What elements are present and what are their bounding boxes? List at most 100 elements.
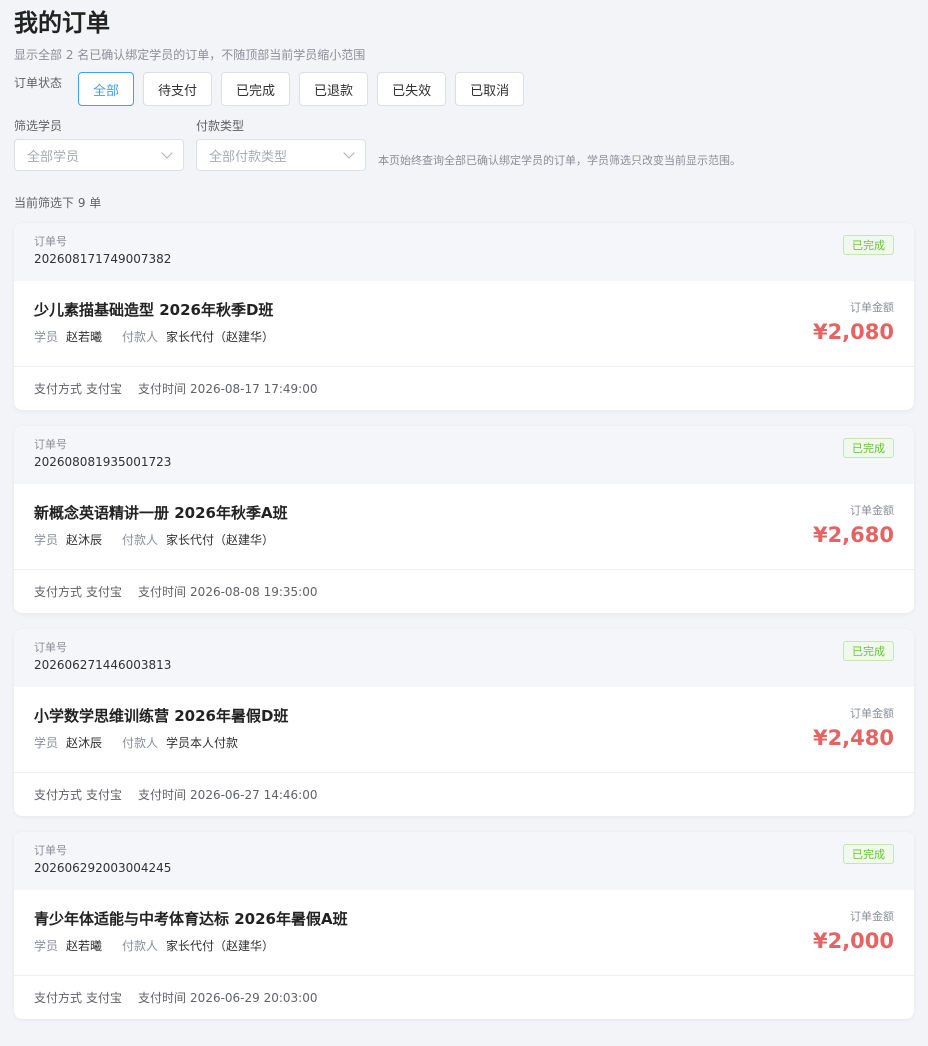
status-filter-buttons: 全部 待支付 已完成 已退款 已失效 已取消 (78, 72, 533, 106)
status-badge: 已完成 (843, 235, 894, 255)
order-no: 202606292003004245 (34, 861, 172, 875)
payer-label: 付款人 (122, 939, 159, 953)
order-no: 202608171749007382 (34, 252, 172, 266)
order-no-label: 订单号 (34, 235, 67, 248)
student-name: 赵沐辰 (66, 736, 103, 750)
order-amount: ¥2,080 (812, 320, 894, 344)
course-name: 青少年体适能与中考体育达标 2026年暑假A班 (34, 910, 348, 928)
pay-time: 2026-06-29 20:03:00 (190, 990, 318, 1005)
payment-select[interactable]: 全部付款类型 (196, 139, 366, 171)
filter-note: 本页始终查询全部已确认绑定学员的订单，学员筛选只改变当前显示范围。 (378, 154, 741, 167)
pay-method: 支付宝 (86, 585, 123, 599)
payer-name: 家长代付（赵建华） (166, 330, 275, 344)
page-subtitle: 显示全部 2 名已确认绑定学员的订单，不随顶部当前学员缩小范围 (14, 48, 366, 62)
pay-time: 2026-06-27 14:46:00 (190, 787, 318, 802)
status-badge: 已完成 (843, 844, 894, 864)
order-no: 202608081935001723 (34, 455, 172, 469)
pay-method-label: 支付方式 (34, 788, 83, 802)
order-no-label: 订单号 (34, 438, 67, 451)
status-btn-pending[interactable]: 待支付 (143, 72, 213, 106)
student-label: 学员 (34, 939, 59, 953)
pay-time-label: 支付时间 (138, 991, 187, 1005)
order-amount: ¥2,680 (812, 523, 894, 547)
order-header: 订单号 202608171749007382 已完成 (14, 223, 914, 281)
amount-label: 订单金额 (850, 707, 894, 720)
pay-method-label: 支付方式 (34, 585, 83, 599)
payer-name: 家长代付（赵建华） (166, 533, 275, 547)
order-header: 订单号 202608081935001723 已完成 (14, 426, 914, 484)
order-card[interactable]: 订单号 202608081935001723 已完成 新概念英语精讲一册 202… (14, 426, 914, 613)
order-footer: 支付方式 支付宝 支付时间 2026-06-27 14:46:00 (14, 773, 914, 816)
student-select[interactable]: 全部学员 (14, 139, 184, 171)
payer-label: 付款人 (122, 330, 159, 344)
student-label: 学员 (34, 330, 59, 344)
amount-block: 订单金额 ¥2,080 (813, 301, 894, 345)
order-body: 少儿素描基础造型 2026年秋季D班 学员 赵若曦 付款人 家长代付（赵建华） … (14, 281, 914, 367)
amount-block: 订单金额 ¥2,000 (813, 910, 894, 954)
pay-method-label: 支付方式 (34, 991, 83, 1005)
order-card[interactable]: 订单号 202606292003004245 已完成 青少年体适能与中考体育达标… (14, 832, 914, 1019)
order-amount: ¥2,000 (812, 929, 894, 953)
chevron-down-icon (343, 147, 355, 159)
status-filter-label: 订单状态 (14, 76, 63, 90)
order-card[interactable]: 订单号 202606271446003813 已完成 小学数学思维训练营 202… (14, 629, 914, 816)
order-header: 订单号 202606271446003813 已完成 (14, 629, 914, 687)
pay-method: 支付宝 (86, 991, 123, 1005)
payment-select-value: 全部付款类型 (209, 149, 288, 165)
amount-block: 订单金额 ¥2,680 (813, 504, 894, 548)
status-btn-completed[interactable]: 已完成 (221, 72, 291, 106)
order-footer: 支付方式 支付宝 支付时间 2026-06-29 20:03:00 (14, 976, 914, 1019)
order-amount: ¥2,480 (812, 726, 894, 750)
page-title: 我的订单 (14, 9, 110, 37)
amount-label: 订单金额 (850, 910, 894, 923)
status-badge: 已完成 (843, 641, 894, 661)
pay-time-label: 支付时间 (138, 585, 187, 599)
order-no-label: 订单号 (34, 844, 67, 857)
filters-row: 筛选学员 全部学员 付款类型 全部付款类型 本页始终查询全部已确认绑定学员的订单… (14, 118, 914, 171)
order-footer: 支付方式 支付宝 支付时间 2026-08-17 17:49:00 (14, 367, 914, 410)
status-filter: 订单状态 全部 待支付 已完成 已退款 已失效 已取消 (14, 72, 914, 106)
order-meta: 学员 赵若曦 付款人 家长代付（赵建华） (34, 329, 894, 345)
course-name: 少儿素描基础造型 2026年秋季D班 (34, 301, 274, 319)
order-meta: 学员 赵沐辰 付款人 学员本人付款 (34, 735, 894, 751)
student-label: 学员 (34, 533, 59, 547)
pay-time-label: 支付时间 (138, 382, 187, 396)
amount-label: 订单金额 (850, 301, 894, 314)
payer-label: 付款人 (122, 736, 159, 750)
amount-label: 订单金额 (850, 504, 894, 517)
order-body: 小学数学思维训练营 2026年暑假D班 学员 赵沐辰 付款人 学员本人付款 订单… (14, 687, 914, 773)
order-meta: 学员 赵若曦 付款人 家长代付（赵建华） (34, 938, 894, 954)
student-name: 赵若曦 (66, 330, 103, 344)
status-btn-cancelled[interactable]: 已取消 (455, 72, 525, 106)
order-body: 新概念英语精讲一册 2026年秋季A班 学员 赵沐辰 付款人 家长代付（赵建华）… (14, 484, 914, 570)
pay-method: 支付宝 (86, 382, 123, 396)
order-list: 订单号 202608171749007382 已完成 少儿素描基础造型 2026… (14, 223, 914, 1019)
status-btn-all[interactable]: 全部 (78, 72, 135, 106)
course-name: 小学数学思维训练营 2026年暑假D班 (34, 707, 289, 725)
student-filter: 筛选学员 全部学员 (14, 118, 184, 171)
order-card[interactable]: 订单号 202608171749007382 已完成 少儿素描基础造型 2026… (14, 223, 914, 410)
payment-filter-label: 付款类型 (196, 119, 245, 133)
payer-name: 家长代付（赵建华） (166, 939, 275, 953)
student-filter-label: 筛选学员 (14, 119, 63, 133)
order-no: 202606271446003813 (34, 658, 172, 672)
pay-time: 2026-08-17 17:49:00 (190, 381, 318, 396)
result-count: 当前筛选下 9 单 (14, 196, 102, 210)
payment-filter: 付款类型 全部付款类型 (196, 118, 366, 171)
course-name: 新概念英语精讲一册 2026年秋季A班 (34, 504, 288, 522)
status-btn-refunded[interactable]: 已退款 (299, 72, 369, 106)
pay-time: 2026-08-08 19:35:00 (190, 584, 318, 599)
order-header: 订单号 202606292003004245 已完成 (14, 832, 914, 890)
payer-name: 学员本人付款 (166, 736, 239, 750)
pay-method: 支付宝 (86, 788, 123, 802)
pay-time-label: 支付时间 (138, 788, 187, 802)
order-footer: 支付方式 支付宝 支付时间 2026-08-08 19:35:00 (14, 570, 914, 613)
student-name: 赵沐辰 (66, 533, 103, 547)
pay-method-label: 支付方式 (34, 382, 83, 396)
status-badge: 已完成 (843, 438, 894, 458)
payer-label: 付款人 (122, 533, 159, 547)
order-no-label: 订单号 (34, 641, 67, 654)
status-btn-expired[interactable]: 已失效 (377, 72, 447, 106)
chevron-down-icon (161, 147, 173, 159)
student-name: 赵若曦 (66, 939, 103, 953)
